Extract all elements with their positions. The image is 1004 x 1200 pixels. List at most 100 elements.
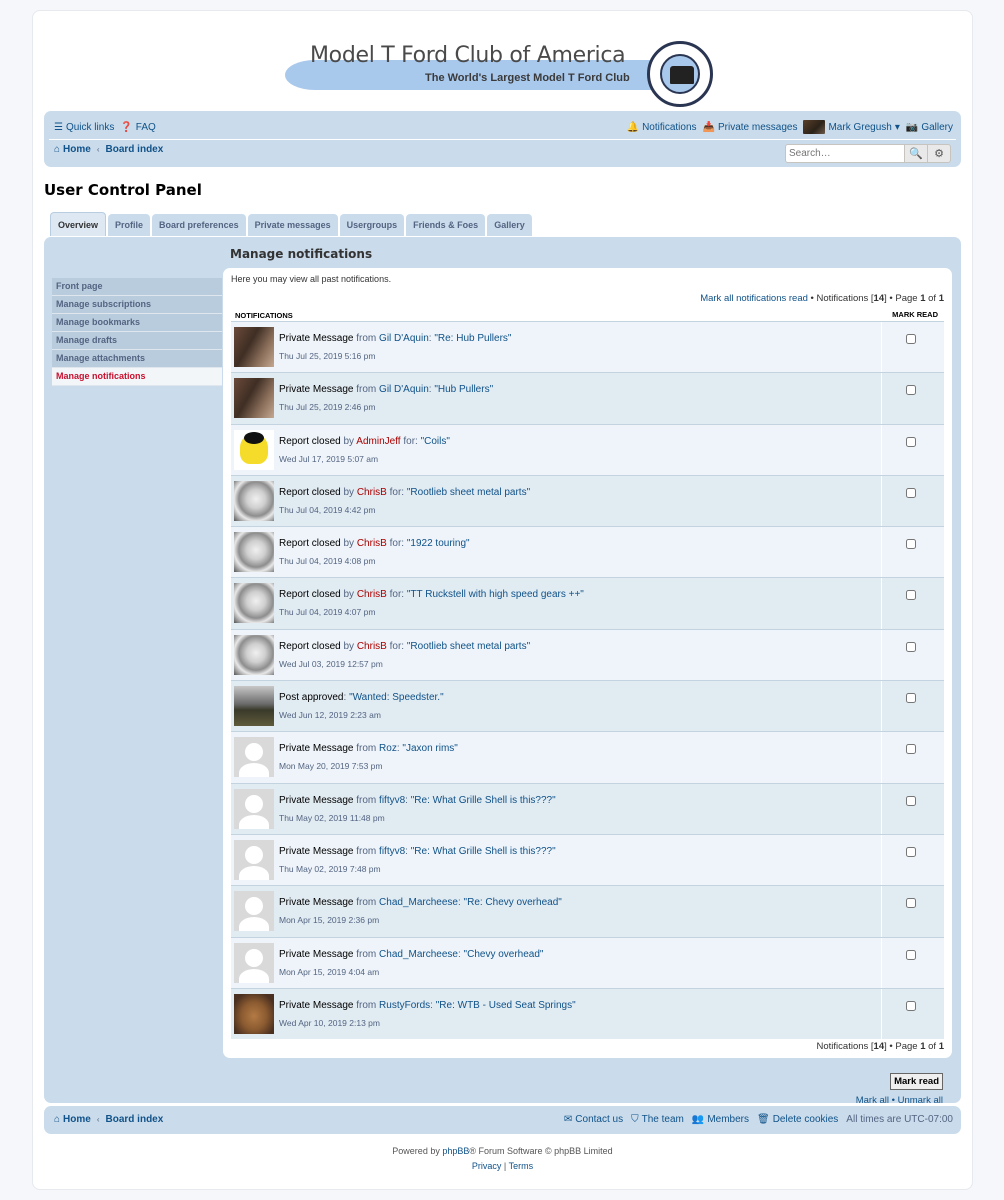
private-messages-link[interactable]: 📥 Private messages xyxy=(703,122,798,133)
notification-type: Private Message xyxy=(279,948,354,960)
question-circle-icon: ❓ xyxy=(120,121,133,133)
notification-row[interactable]: Report closed by ChrisB for: "Rootlieb s… xyxy=(231,474,944,527)
mark-read-checkbox[interactable] xyxy=(906,334,916,344)
menu-item-manage-drafts[interactable]: Manage drafts xyxy=(52,332,222,350)
model-t-car-icon xyxy=(670,66,694,84)
breadcrumb-home[interactable]: ⌂ Home xyxy=(54,144,91,155)
notification-user: AdminJeff xyxy=(356,435,401,447)
gallery-link[interactable]: 📷 Gallery xyxy=(906,122,953,133)
page-wrapper: Model T Ford Club of America The World's… xyxy=(32,10,973,1190)
mark-read-checkbox[interactable] xyxy=(906,590,916,601)
menu-item-manage-subscriptions[interactable]: Manage subscriptions xyxy=(52,296,222,314)
privacy-link[interactable]: Privacy xyxy=(472,1161,502,1171)
tab-private-messages[interactable]: Private messages xyxy=(247,214,338,236)
notification-row[interactable]: Post approved: "Wanted: Speedster." Wed J… xyxy=(231,680,944,732)
notification-row[interactable]: Private Message from RustyFords: "Re: WT… xyxy=(231,987,944,1040)
avatar xyxy=(234,891,274,932)
notification-row[interactable]: Private Message from fiftyv8: "Re: What … xyxy=(231,782,944,834)
mark-read-button[interactable]: Mark read xyxy=(890,1073,943,1090)
mark-read-cell xyxy=(881,373,944,424)
bell-icon: 🔔 xyxy=(626,121,640,133)
mark-read-checkbox[interactable] xyxy=(906,385,916,396)
notification-text[interactable]: Report closed by ChrisB for: "TT Ruckste… xyxy=(279,589,584,600)
mark-all-read-link[interactable]: Mark all notifications read xyxy=(700,293,808,304)
unmark-all-link[interactable]: Unmark all xyxy=(898,1095,943,1106)
search-button[interactable]: 🔍 xyxy=(905,144,928,163)
mark-read-checkbox[interactable] xyxy=(906,539,916,550)
menu-item-manage-bookmarks[interactable]: Manage bookmarks xyxy=(52,314,222,332)
notification-text[interactable]: Private Message from fiftyv8: "Re: What … xyxy=(279,846,556,857)
notification-row[interactable]: Report closed by ChrisB for: "1922 touri… xyxy=(231,526,944,578)
menu-item-front-page[interactable]: Front page xyxy=(52,278,222,296)
notification-row[interactable]: Private Message from fiftyv8: "Re: What … xyxy=(231,833,944,886)
notification-text[interactable]: Private Message from Chad_Marcheese: "Ch… xyxy=(279,949,543,960)
notification-text[interactable]: Private Message from Gil D'Aquin: "Hub P… xyxy=(279,384,493,395)
notification-row[interactable]: Private Message from Chad_Marcheese: "Ch… xyxy=(231,936,944,988)
faq-link[interactable]: ❓ FAQ xyxy=(120,122,155,133)
notification-row[interactable]: Private Message from Chad_Marcheese: "Re… xyxy=(231,885,944,937)
notification-row[interactable]: Private Message from Roz: "Jaxon rims" Mo… xyxy=(231,731,944,783)
intro-text: Here you may view all past notifications… xyxy=(231,274,392,284)
mark-all-link[interactable]: Mark all xyxy=(856,1095,889,1106)
members-link[interactable]: 👥 Members xyxy=(692,1114,749,1125)
tab-board-preferences[interactable]: Board preferences xyxy=(152,214,246,236)
quick-links-menu[interactable]: ☰ Quick links xyxy=(54,122,114,133)
advanced-search-button[interactable]: ⚙ xyxy=(928,144,951,163)
mark-read-checkbox[interactable] xyxy=(906,693,916,704)
contact-us-link[interactable]: ✉ Contact us xyxy=(564,1114,623,1125)
mark-read-checkbox[interactable] xyxy=(906,949,916,960)
notification-text[interactable]: Private Message from Chad_Marcheese: "Re… xyxy=(279,897,562,908)
site-logo[interactable]: Model T Ford Club of America The World's… xyxy=(285,41,719,111)
mark-read-checkbox[interactable] xyxy=(906,795,916,806)
breadcrumb-board-index[interactable]: Board index xyxy=(106,144,164,155)
notification-row[interactable]: Report closed by AdminJeff for: "Coils" W… xyxy=(231,423,944,475)
notification-text[interactable]: Private Message from Roz: "Jaxon rims" xyxy=(279,743,458,754)
mark-read-checkbox[interactable] xyxy=(906,487,916,498)
notification-list: Private Message from Gil D'Aquin: "Re: H… xyxy=(231,321,944,1040)
mark-read-checkbox[interactable] xyxy=(906,1000,916,1011)
envelope-icon: ✉ xyxy=(563,1114,573,1125)
notification-text[interactable]: Private Message from fiftyv8: "Re: What … xyxy=(279,795,556,806)
footer-home-link[interactable]: ⌂ Home xyxy=(54,1114,91,1125)
notification-date: Wed Jul 03, 2019 12:57 pm xyxy=(279,658,383,669)
phpbb-link[interactable]: phpBB xyxy=(442,1146,469,1156)
notification-text[interactable]: Post approved: "Wanted: Speedster." xyxy=(279,692,444,703)
notification-text[interactable]: Report closed by ChrisB for: "Rootlieb s… xyxy=(279,641,530,652)
mark-read-checkbox[interactable] xyxy=(906,436,916,447)
tab-overview[interactable]: Overview xyxy=(50,212,107,236)
menu-item-manage-attachments[interactable]: Manage attachments xyxy=(52,350,222,368)
mark-read-checkbox[interactable] xyxy=(906,846,916,857)
mark-read-cell xyxy=(881,475,944,527)
delete-cookies-link[interactable]: 🗑 Delete cookies xyxy=(757,1114,838,1125)
notification-row[interactable]: Private Message from Gil D'Aquin: "Hub P… xyxy=(231,372,944,424)
notification-row[interactable]: Report closed by ChrisB for: "Rootlieb s… xyxy=(231,628,944,681)
notifications-link[interactable]: 🔔 Notifications xyxy=(627,122,697,133)
shield-icon: ⛉ xyxy=(631,1114,639,1125)
notification-date: Wed Apr 10, 2019 2:13 pm xyxy=(279,1017,380,1028)
notification-text[interactable]: Report closed by AdminJeff for: "Coils" xyxy=(279,436,450,447)
notification-text[interactable]: Private Message from RustyFords: "Re: WT… xyxy=(279,1000,576,1011)
footer-board-index-link[interactable]: Board index xyxy=(106,1114,164,1125)
menu-item-manage-notifications[interactable]: Manage notifications xyxy=(52,368,222,386)
notification-date: Wed Jul 17, 2019 5:07 am xyxy=(279,453,379,464)
mark-read-checkbox[interactable] xyxy=(906,898,916,909)
mark-read-checkbox[interactable] xyxy=(906,641,916,652)
tab-friends-foes[interactable]: Friends & Foes xyxy=(406,214,486,236)
notification-text[interactable]: Private Message from Gil D'Aquin: "Re: H… xyxy=(279,333,511,344)
notification-row[interactable]: Private Message from Gil D'Aquin: "Re: H… xyxy=(231,321,944,373)
tab-usergroups[interactable]: Usergroups xyxy=(339,214,405,236)
logo-title: Model T Ford Club of America xyxy=(310,43,626,68)
mark-read-cell xyxy=(881,834,944,886)
notification-row[interactable]: Report closed by ChrisB for: "TT Ruckste… xyxy=(231,577,944,629)
notification-text[interactable]: Report closed by ChrisB for: "1922 touri… xyxy=(279,538,470,549)
notification-text[interactable]: Report closed by ChrisB for: "Rootlieb s… xyxy=(279,487,530,498)
notification-user: fiftyv8 xyxy=(379,845,406,857)
tab-gallery[interactable]: Gallery xyxy=(487,214,532,236)
the-team-link[interactable]: ⛉ The team xyxy=(631,1114,684,1125)
tab-profile[interactable]: Profile xyxy=(108,214,151,236)
user-menu[interactable]: Mark Gregush ▾ xyxy=(803,120,900,134)
terms-link[interactable]: Terms xyxy=(509,1161,534,1171)
mark-read-checkbox[interactable] xyxy=(906,744,916,755)
search-input[interactable] xyxy=(785,144,905,163)
notification-type: Private Message xyxy=(279,897,354,909)
